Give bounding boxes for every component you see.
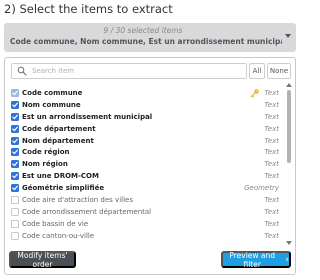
- item-name: Code arrondissement départemental: [22, 207, 152, 216]
- list-item[interactable]: Code canton-ou-ville Text: [5, 230, 289, 242]
- item-checkbox[interactable]: [11, 184, 19, 193]
- search-box[interactable]: [11, 63, 247, 79]
- item-type: Text: [264, 136, 279, 145]
- item-checkbox[interactable]: [11, 219, 19, 228]
- item-name: Code aire d'attraction des villes: [22, 196, 133, 205]
- list-item[interactable]: Code EPCIText: [5, 242, 289, 243]
- scroll-down-icon[interactable]: [286, 241, 292, 245]
- section-heading: 2) Select the items to extract: [4, 2, 173, 16]
- list-item[interactable]: Nom commune Text: [5, 99, 289, 111]
- item-checkbox[interactable]: [11, 207, 19, 216]
- item-name: Code département: [22, 124, 96, 133]
- selected-items-summary[interactable]: 9 / 30 selected items Code commune, Nom …: [4, 23, 296, 52]
- item-checkbox[interactable]: [11, 196, 19, 205]
- item-name: Est une DROM-COM: [22, 172, 99, 181]
- item-checkbox: [11, 88, 19, 97]
- item-type: Text: [264, 207, 279, 216]
- select-none-button[interactable]: None: [267, 63, 291, 79]
- list-item[interactable]: Code arrondissement départemental Text: [5, 206, 289, 218]
- item-type: Text: [264, 112, 279, 121]
- scroll-up-icon[interactable]: [286, 83, 292, 87]
- item-name: Nom région: [22, 160, 68, 169]
- list-item[interactable]: Code aire d'attraction des villes Text: [5, 194, 289, 206]
- list-item[interactable]: Nom région Text: [5, 158, 289, 170]
- list-item[interactable]: Géométrie simplifiée Geometry: [5, 182, 289, 194]
- item-checkbox[interactable]: [11, 160, 19, 169]
- item-name: Géométrie simplifiée: [22, 184, 105, 193]
- item-type: Text: [264, 100, 279, 109]
- preview-filter-button[interactable]: Preview and filter ›: [221, 250, 291, 269]
- item-checkbox[interactable]: [11, 136, 19, 145]
- list-item[interactable]: Code bassin de vie Text: [5, 218, 289, 230]
- list-scrollbar[interactable]: [286, 83, 292, 245]
- item-type: Text: [264, 124, 279, 133]
- selected-names: Code commune, Nom commune, Est un arrond…: [10, 37, 282, 46]
- item-type: Text: [264, 88, 279, 97]
- list-item[interactable]: Est une DROM-COM Text: [5, 170, 289, 182]
- chevron-right-icon: ›: [285, 254, 289, 265]
- item-checkbox[interactable]: [11, 124, 19, 133]
- item-checkbox[interactable]: [11, 100, 19, 109]
- item-name: Code commune: [22, 88, 83, 97]
- selected-count: 9 / 30 selected items: [103, 26, 183, 35]
- item-type: Text: [264, 160, 279, 169]
- items-panel: All None Code commune Text Nom commune Text…: [4, 57, 296, 275]
- item-type: Text: [264, 172, 279, 181]
- item-checkbox[interactable]: [11, 172, 19, 181]
- item-type: Text: [264, 219, 279, 228]
- collapse-caret-icon[interactable]: [285, 34, 291, 38]
- search-icon: [17, 66, 27, 76]
- item-name: Est un arrondissement municipal: [22, 112, 153, 121]
- item-type: Geometry: [244, 184, 279, 193]
- item-type: Text: [264, 196, 279, 205]
- list-item[interactable]: Nom département Text: [5, 135, 289, 147]
- scrollbar-thumb[interactable]: [287, 90, 291, 163]
- item-name: Nom département: [22, 136, 94, 145]
- item-name: Nom commune: [22, 100, 81, 109]
- item-name: Code région: [22, 148, 70, 157]
- list-item[interactable]: Code commune Text: [5, 87, 289, 99]
- list-item[interactable]: Code région Text: [5, 147, 289, 159]
- item-type: Text: [264, 148, 279, 157]
- preview-filter-label: Preview and filter: [229, 250, 276, 269]
- list-item[interactable]: Code département Text: [5, 123, 289, 135]
- item-type: Text: [264, 231, 279, 240]
- items-list: Code commune Text Nom commune Text Est un ar…: [5, 83, 289, 243]
- item-checkbox[interactable]: [11, 231, 19, 240]
- item-name: Code canton-ou-ville: [22, 231, 95, 240]
- key-icon: [250, 89, 259, 98]
- modify-order-button[interactable]: Modify items' order: [9, 251, 76, 269]
- item-checkbox[interactable]: [11, 148, 19, 157]
- item-checkbox[interactable]: [11, 112, 19, 121]
- select-all-button[interactable]: All: [249, 63, 265, 79]
- list-item[interactable]: Est un arrondissement municipal Text: [5, 111, 289, 123]
- search-input[interactable]: [32, 65, 242, 77]
- item-name: Code bassin de vie: [22, 219, 89, 228]
